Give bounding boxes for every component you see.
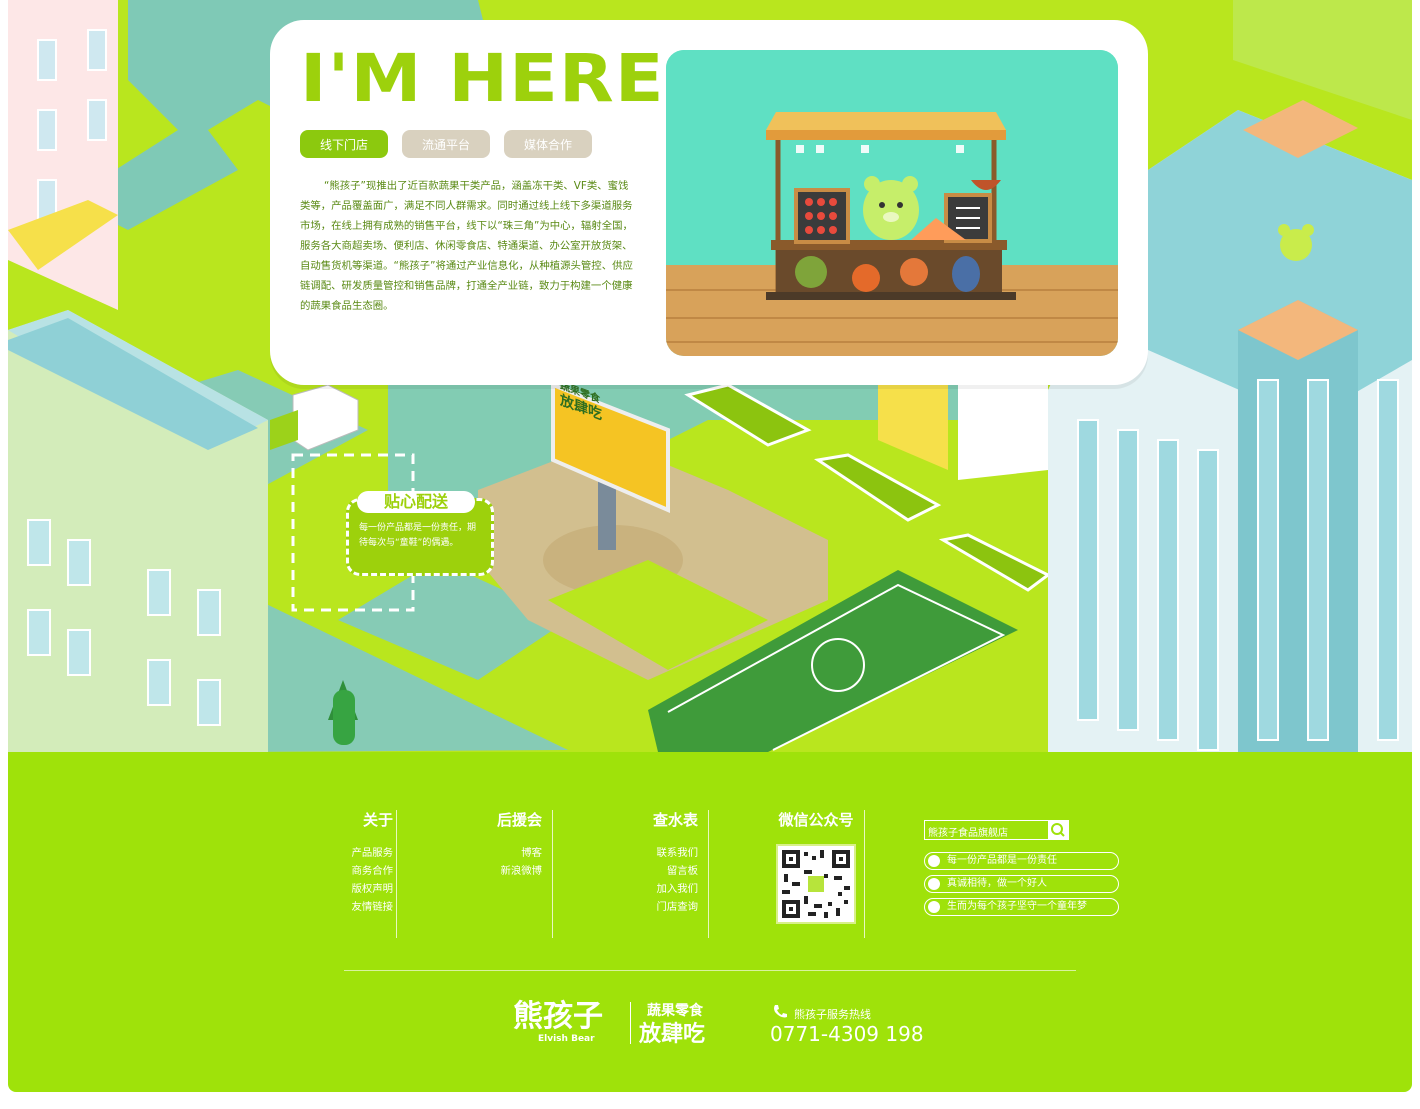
brand-tagline-2: 放肆吃	[639, 1022, 706, 1047]
site-footer: 关于 产品服务 商务合作 版权声明 友情链接 后援会 博客 新浪微博 查水表 联…	[8, 752, 1412, 1092]
store-illustration	[666, 50, 1118, 356]
city-illustration: 蔬果零食 放肆吃 贴心配送 每一份产品都是一份责任，期待每次与“童鞋”的偶遇。 …	[8, 0, 1412, 752]
hero-card: I'M HERE 线下门店 流通平台 媒体合作 “熊孩子”现推出了近百款蔬果干类…	[270, 20, 1148, 385]
brand-name: 熊孩子	[513, 999, 603, 1034]
footer-link-weibo[interactable]: 新浪微博	[478, 862, 542, 880]
footer-link-business-cooperation[interactable]: 商务合作	[343, 862, 393, 880]
footer-link-blog[interactable]: 博客	[478, 844, 542, 862]
delivery-title: 贴心配送	[357, 491, 475, 513]
footer-link-copyright[interactable]: 版权声明	[343, 880, 393, 898]
footer-link-message-board[interactable]: 留言板	[638, 862, 698, 880]
search-icon	[1051, 823, 1065, 837]
footer-separator	[344, 970, 1076, 971]
footer-link-store-lookup[interactable]: 门店查询	[638, 898, 698, 916]
footer-divider	[552, 810, 553, 938]
footer-column-wechat: 微信公众号	[773, 809, 859, 924]
slogan-icon	[928, 901, 940, 913]
wechat-title: 微信公众号	[778, 811, 854, 829]
phone-icon	[774, 1005, 787, 1018]
footer-column-title: 查水表	[652, 811, 698, 829]
qr-code-pattern	[782, 850, 850, 918]
footer-divider	[864, 810, 865, 938]
slogan-text: 每一份产品都是一份责任	[947, 855, 1057, 866]
slogan-childhood-dream: 生而为每个孩子坚守一个童年梦	[924, 898, 1119, 916]
footer-divider	[396, 810, 397, 938]
qr-code[interactable]	[776, 844, 856, 924]
footer-link-contact-us[interactable]: 联系我们	[638, 844, 698, 862]
hotline-number: 0771-4309 198	[770, 1022, 924, 1046]
footer-column-title: 后援会	[496, 811, 542, 829]
hotline-label: 熊孩子服务热线	[794, 1008, 871, 1021]
slogan-text: 生而为每个孩子坚守一个童年梦	[947, 901, 1087, 912]
slogan-icon	[928, 855, 940, 867]
footer-column-title: 关于	[362, 811, 393, 829]
page-frame: 蔬果零食 放肆吃 贴心配送 每一份产品都是一份责任，期待每次与“童鞋”的偶遇。 …	[8, 0, 1412, 1092]
delivery-callout: 贴心配送 每一份产品都是一份责任，期待每次与“童鞋”的偶遇。	[346, 491, 494, 576]
tab-media-cooperation[interactable]: 媒体合作	[504, 130, 592, 158]
channel-tabs: 线下门店 流通平台 媒体合作	[300, 130, 592, 158]
fruit-stall-art	[666, 50, 1118, 356]
page-title: I'M HERE	[300, 40, 665, 117]
footer-column-about: 关于 产品服务 商务合作 版权声明 友情链接	[343, 809, 393, 916]
search-input[interactable]	[925, 825, 1049, 842]
footer-link-join-us[interactable]: 加入我们	[638, 880, 698, 898]
brand-divider	[630, 1002, 631, 1044]
slogan-responsibility: 每一份产品都是一份责任	[924, 852, 1119, 870]
footer-column-fanclub: 后援会 博客 新浪微博	[478, 809, 542, 880]
footer-column-contact: 查水表 联系我们 留言板 加入我们 门店查询	[638, 809, 698, 916]
footer-link-friendly-links[interactable]: 友情链接	[343, 898, 393, 916]
slogan-icon	[928, 878, 940, 890]
slogan-sincerity: 真诚相待，做一个好人	[924, 875, 1119, 893]
search-button[interactable]	[1048, 821, 1068, 839]
slogan-text: 真诚相待，做一个好人	[947, 878, 1047, 889]
footer-link-product-services[interactable]: 产品服务	[343, 844, 393, 862]
tab-offline-stores[interactable]: 线下门店	[300, 130, 388, 158]
brand-english-name: Elvish Bear	[538, 1034, 595, 1044]
store-search	[924, 820, 1069, 842]
intro-description: “熊孩子”现推出了近百款蔬果干类产品，涵盖冻干类、VF类、蜜饯类等，产品覆盖面广…	[300, 180, 633, 312]
tab-distribution-platform[interactable]: 流通平台	[402, 130, 490, 158]
footer-divider	[708, 810, 709, 938]
delivery-text: 每一份产品都是一份责任，期待每次与“童鞋”的偶遇。	[359, 523, 477, 548]
